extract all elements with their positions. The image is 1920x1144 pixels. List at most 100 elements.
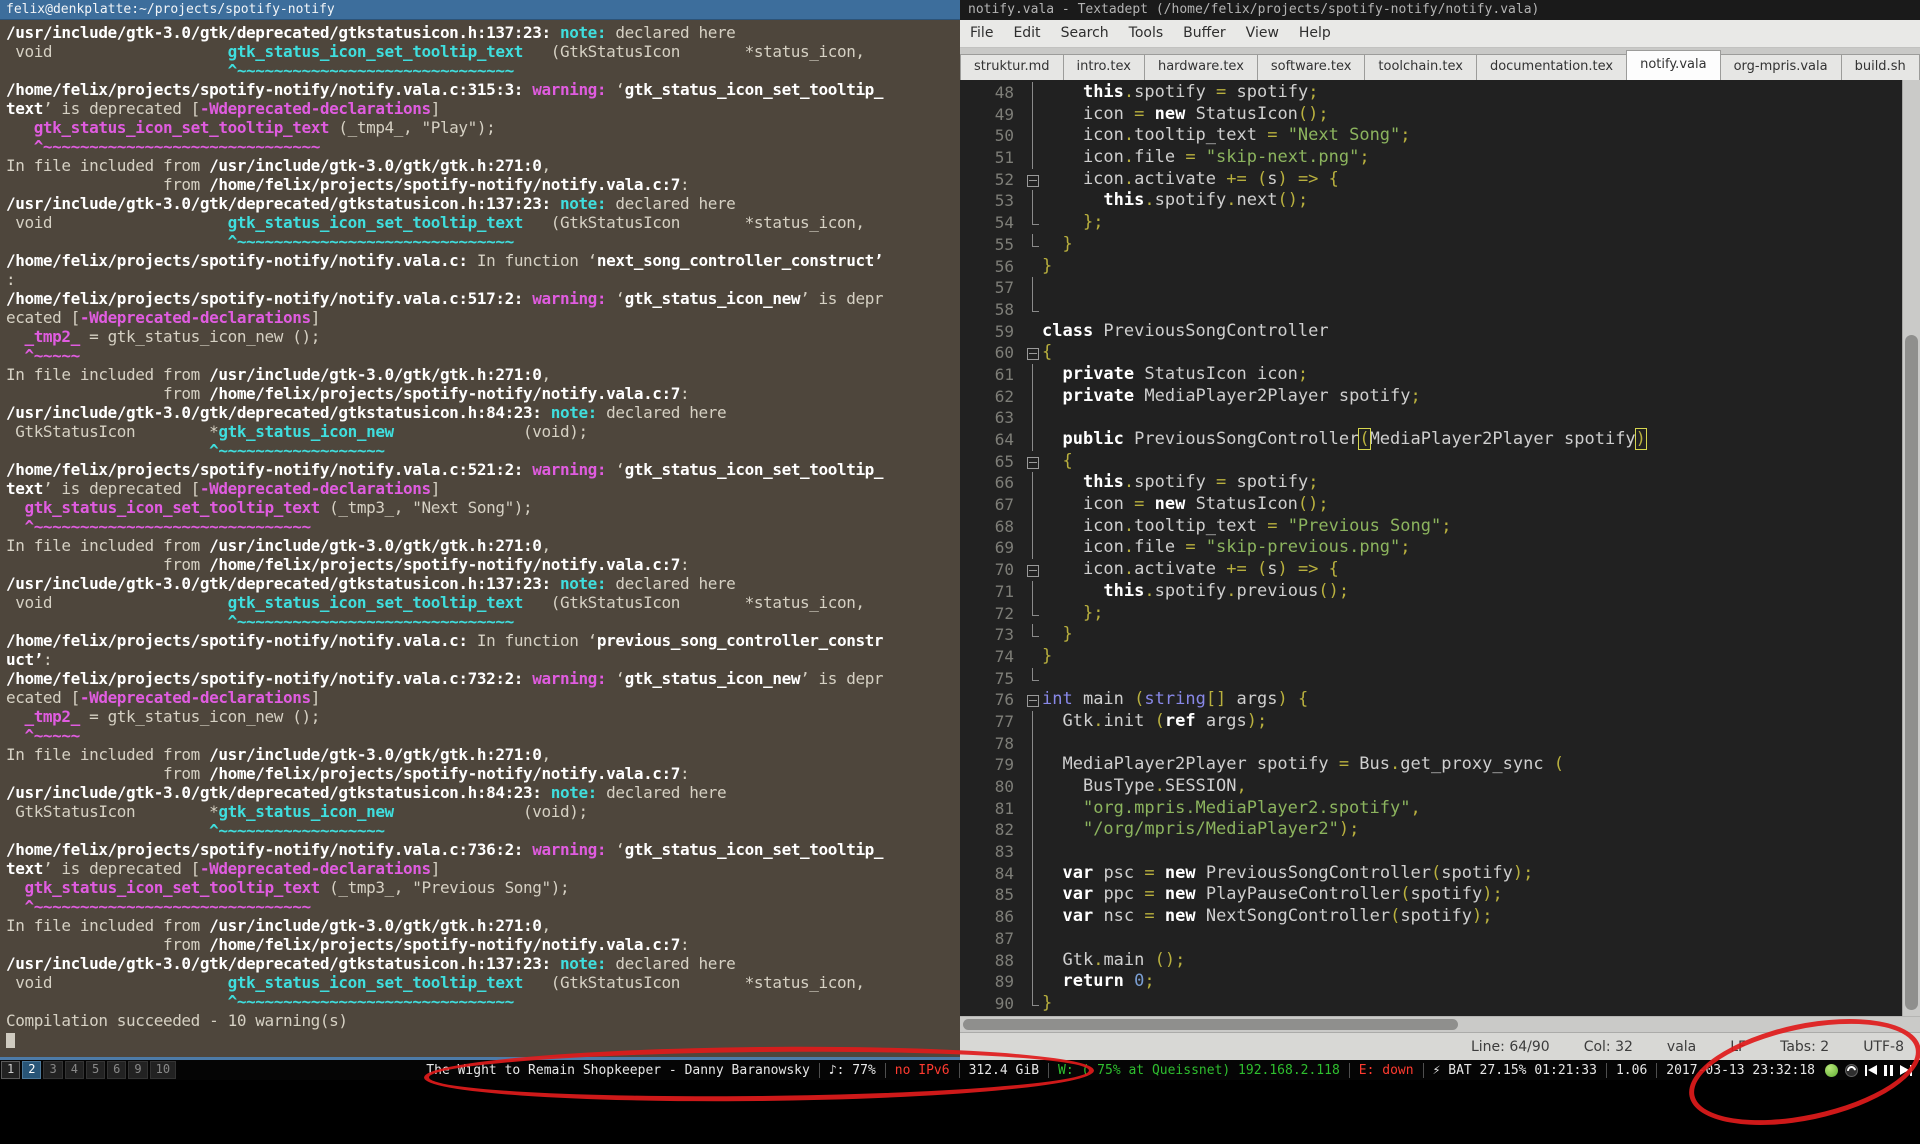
terminal-line: ^~~~~~ <box>24 346 80 365</box>
workspace-6[interactable]: 6 <box>107 1061 127 1079</box>
code-text: icon = new StatusIcon(); <box>1042 103 1329 124</box>
workspace-1[interactable]: 1 <box>1 1061 21 1079</box>
terminal-line: gtk_status_icon_set_tooltip_text (_tmp3_… <box>24 498 533 517</box>
code-line-72: 72 }; <box>960 602 1902 625</box>
horizontal-scrollbar[interactable] <box>960 1016 1920 1032</box>
media-next-icon[interactable] <box>1900 1064 1912 1076</box>
code-text: }; <box>1082 212 1104 233</box>
tab-build.sh[interactable]: build.sh <box>1840 54 1920 80</box>
line-number: 90 <box>994 993 1014 1013</box>
line-number: 83 <box>994 842 1014 862</box>
vertical-scrollbar-thumb[interactable] <box>1905 335 1918 1010</box>
code-text: this.spotify = spotify; <box>1082 472 1319 493</box>
swirl-icon[interactable] <box>1845 1063 1858 1077</box>
terminal-line: ecated [-Wdeprecated-declarations] <box>6 688 320 707</box>
terminal-titlebar[interactable]: felix@denkplatte:~/projects/spotify-noti… <box>0 0 960 20</box>
statusbar-col[interactable]: Col: 32 <box>1584 1039 1633 1055</box>
code-line-76: 76 int main (string[] args) { <box>960 689 1902 711</box>
fold-margin[interactable] <box>1024 169 1042 191</box>
i3bar: 1 2 3 4 5 6 9 10 The Wight to Remain Shopkeeper… <box>0 1060 1920 1080</box>
line-number: 56 <box>994 256 1014 276</box>
fold-marker-icon[interactable] <box>1027 174 1039 187</box>
tab-toolchain.tex[interactable]: toolchain.tex <box>1364 54 1477 80</box>
code-area[interactable]: 48 this.spotify = spotify; 49 icon = new … <box>960 80 1902 1016</box>
horizontal-scrollbar-thumb[interactable] <box>963 1019 1458 1030</box>
workspace-3[interactable]: 3 <box>43 1061 63 1079</box>
line-number: 70 <box>994 560 1014 580</box>
terminal-output[interactable]: /usr/include/gtk-3.0/gtk/deprecated/gtks… <box>0 20 960 1060</box>
code-line-60: 60 { <box>960 342 1902 364</box>
menu-file[interactable]: File <box>960 20 1003 47</box>
tab-notify.vala[interactable]: notify.vala <box>1626 50 1721 80</box>
tab-intro.tex[interactable]: intro.tex <box>1062 54 1145 80</box>
tab-struktur.md[interactable]: struktur.md <box>960 54 1064 80</box>
workspace-9[interactable]: 9 <box>128 1061 148 1079</box>
menu-buffer[interactable]: Buffer <box>1173 20 1236 47</box>
fold-margin <box>1024 797 1042 820</box>
workspace-4[interactable]: 4 <box>64 1061 84 1079</box>
tab-documentation.tex[interactable]: documentation.tex <box>1475 54 1628 80</box>
code-text: icon.activate += (s) => { <box>1042 168 1339 189</box>
terminal-line: /usr/include/gtk-3.0/gtk/deprecated/gtks… <box>6 403 727 422</box>
status-segment: 312.4 GiB <box>958 1062 1039 1078</box>
fold-margin[interactable] <box>1024 451 1042 473</box>
code-line-89: 89 return 0; <box>960 971 1902 993</box>
green-dot-icon[interactable] <box>1825 1063 1838 1077</box>
line-number: 66 <box>994 473 1014 493</box>
terminal-line: text’ is deprecated [-Wdeprecated-declar… <box>6 859 440 878</box>
fold-marker-icon[interactable] <box>1027 348 1039 361</box>
fold-marker-icon[interactable] <box>1027 565 1039 578</box>
code-line-53: 53 this.spotify.next(); <box>960 190 1902 213</box>
line-number: 52 <box>994 169 1014 189</box>
tab-software.tex[interactable]: software.tex <box>1256 54 1366 80</box>
terminal-line: ^~~~~~~~~~~~~~~~~~~~~~~~~~~~~~~ <box>33 137 321 156</box>
code-text: var ppc = new PlayPauseController(spotif… <box>1062 884 1503 905</box>
menu-tools[interactable]: Tools <box>1119 20 1174 47</box>
terminal-line: uct’: <box>6 650 53 669</box>
media-previous-icon[interactable] <box>1865 1064 1877 1076</box>
statusbar-tabs[interactable]: Tabs: 2 <box>1780 1039 1829 1055</box>
statusbar-vala[interactable]: vala <box>1667 1039 1696 1055</box>
media-pause-icon[interactable] <box>1884 1064 1893 1076</box>
fold-margin[interactable] <box>1024 559 1042 581</box>
terminal-line: ^~~~~~ <box>24 726 80 745</box>
vertical-scrollbar[interactable] <box>1902 80 1920 1016</box>
terminal-line: /home/felix/projects/spotify-notify/noti… <box>6 460 884 479</box>
workspace-5[interactable]: 5 <box>85 1061 106 1079</box>
terminal-line: ^~~~~~~~~~~~~~~~~~~~~~~~~~~~~~~ <box>227 61 515 80</box>
tab-org-mpris.vala[interactable]: org-mpris.vala <box>1719 54 1842 80</box>
code-text: { <box>1042 342 1053 363</box>
terminal-line: void gtk_status_icon_set_tooltip_text (G… <box>6 42 865 61</box>
terminal-line: ^~~~~~~~~~~~~~~~~~~ <box>209 821 385 840</box>
line-number: 88 <box>994 950 1014 970</box>
workspace-2[interactable]: 2 <box>22 1061 42 1079</box>
statusbar-utf-8[interactable]: UTF-8 <box>1863 1039 1904 1055</box>
menu-view[interactable]: View <box>1236 20 1289 47</box>
fold-marker-icon[interactable] <box>1027 695 1039 708</box>
fold-margin <box>1024 927 1042 950</box>
code-line-64: 64 public PreviousSongController(MediaPl… <box>960 428 1902 451</box>
fold-margin[interactable] <box>1024 689 1042 711</box>
statusbar-line[interactable]: Line: 64/90 <box>1471 1039 1550 1055</box>
line-number: 55 <box>994 234 1014 254</box>
code-line-54: 54 }; <box>960 212 1902 234</box>
code-line-49: 49 icon = new StatusIcon(); <box>960 103 1902 126</box>
code-text: } <box>1042 255 1053 276</box>
fold-marker-icon[interactable] <box>1027 456 1039 469</box>
menu-search[interactable]: Search <box>1051 20 1119 47</box>
fold-margin <box>1024 776 1042 798</box>
editor-titlebar[interactable]: notify.vala - Textadept (/home/felix/pro… <box>960 0 1920 20</box>
workspace-10[interactable]: 10 <box>149 1061 177 1079</box>
menu-edit[interactable]: Edit <box>1003 20 1050 47</box>
menu-help[interactable]: Help <box>1289 20 1341 47</box>
statusbar-lf[interactable]: LF <box>1730 1039 1746 1055</box>
line-number: 57 <box>994 278 1014 298</box>
tab-hardware.tex[interactable]: hardware.tex <box>1143 54 1258 80</box>
line-number: 68 <box>994 516 1014 536</box>
fold-margin[interactable] <box>1024 342 1042 364</box>
fold-margin <box>1024 277 1042 299</box>
code-line-78: 78 <box>960 732 1902 755</box>
line-number: 87 <box>994 928 1014 948</box>
code-line-56: 56} <box>960 256 1902 278</box>
fold-margin <box>1024 82 1042 104</box>
